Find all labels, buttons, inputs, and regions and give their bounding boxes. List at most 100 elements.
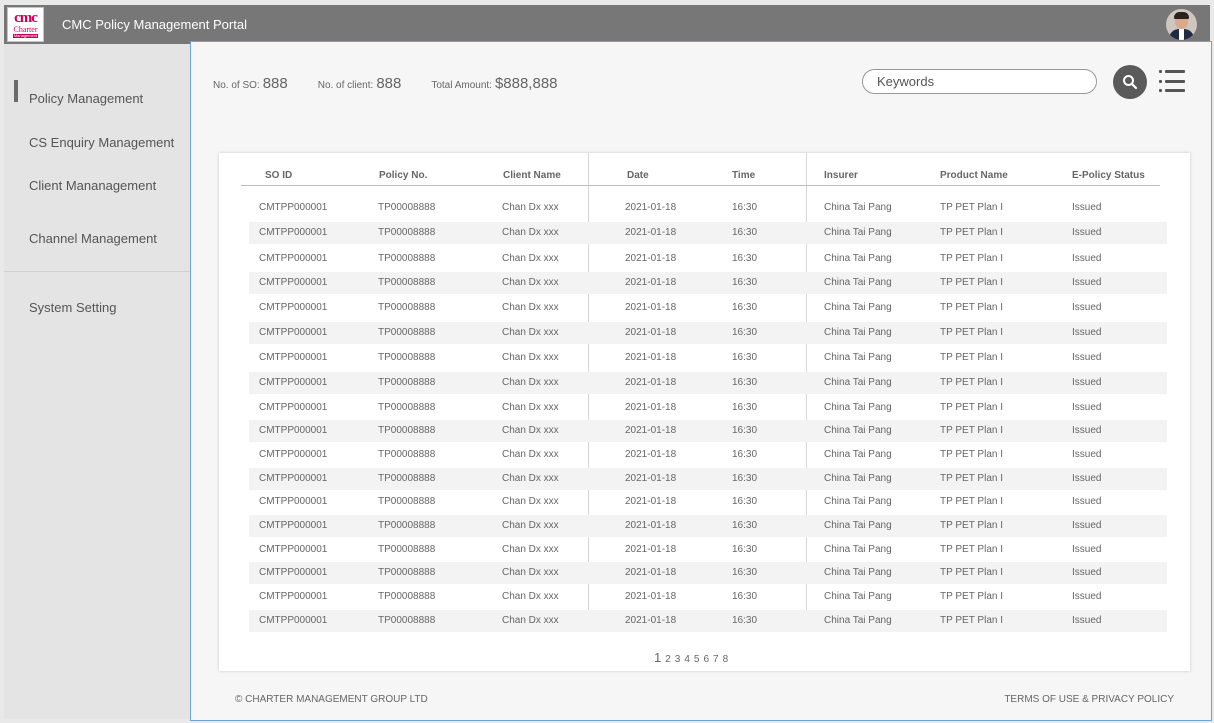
table-row[interactable]: CMTPP000001 TP00008888 Chan Dx xxx 2021-01-… — [249, 347, 1167, 369]
sidebar-item-cs-enquiry-management[interactable]: CS Enquiry Management — [29, 135, 174, 150]
table-row[interactable]: CMTPP000001 TP00008888 Chan Dx xxx 2021-01-… — [249, 468, 1167, 490]
page-link[interactable]: 6 — [703, 654, 709, 665]
table-cell: TP PET Plan I — [940, 377, 1003, 388]
sidebar-item-system-setting[interactable]: System Setting — [29, 300, 116, 315]
table-cell: China Tai Pang — [824, 302, 892, 313]
table-cell: China Tai Pang — [824, 377, 892, 388]
column-header[interactable]: Insurer — [824, 170, 858, 181]
table-row[interactable]: CMTPP000001 TP00008888 Chan Dx xxx 2021-01-… — [249, 297, 1167, 319]
table-row[interactable]: CMTPP000001 TP00008888 Chan Dx xxx 2021-01-… — [249, 515, 1167, 537]
table-cell: Issued — [1072, 253, 1102, 264]
table-cell: 16:30 — [732, 277, 758, 288]
column-header[interactable]: Time — [732, 170, 755, 181]
table-cell: 16:30 — [732, 202, 758, 213]
table-cell: China Tai Pang — [824, 352, 892, 363]
table-cell: China Tai Pang — [824, 425, 892, 436]
table-cell: Issued — [1072, 567, 1102, 578]
table-row[interactable]: CMTPP000001 TP00008888 Chan Dx xxx 2021-01-… — [249, 272, 1167, 294]
table-cell: 16:30 — [732, 449, 758, 460]
page-link[interactable]: 5 — [694, 654, 700, 665]
stat-value: $888,888 — [494, 75, 558, 92]
table-cell: Chan Dx xxx — [502, 327, 559, 338]
table-cell: China Tai Pang — [824, 277, 892, 288]
table-row[interactable]: CMTPP000001 TP00008888 Chan Dx xxx 2021-01-… — [249, 562, 1167, 584]
table-cell: Chan Dx xxx — [502, 449, 559, 460]
table-cell: Chan Dx xxx — [502, 615, 559, 626]
footer-terms-link[interactable]: TERMS OF USE & PRIVACY POLICY — [1004, 694, 1174, 705]
table-cell: China Tai Pang — [824, 473, 892, 484]
table-cell: CMTPP000001 — [259, 377, 328, 388]
table-row[interactable]: CMTPP000001 TP00008888 Chan Dx xxx 2021-01-… — [249, 491, 1167, 513]
table-cell: CMTPP000001 — [259, 302, 328, 313]
column-header[interactable]: Client Name — [503, 170, 561, 181]
table-cell: China Tai Pang — [824, 202, 892, 213]
table-cell: 2021-01-18 — [625, 277, 677, 288]
table-cell: 2021-01-18 — [625, 352, 677, 363]
table-cell: Chan Dx xxx — [502, 402, 559, 413]
table-cell: TP PET Plan I — [940, 520, 1003, 531]
table-cell: Issued — [1072, 520, 1102, 531]
table-cell: TP00008888 — [378, 591, 436, 602]
top-bar: cmc Charter Management CMC Policy Manage… — [4, 5, 1210, 44]
table-cell: 2021-01-18 — [625, 567, 677, 578]
table-cell: CMTPP000001 — [259, 327, 328, 338]
table-row[interactable]: CMTPP000001 TP00008888 Chan Dx xxx 2021-01-… — [249, 197, 1167, 219]
table-cell: 2021-01-18 — [625, 544, 677, 555]
column-header[interactable]: Policy No. — [379, 170, 427, 181]
table-cell: TP PET Plan I — [940, 591, 1003, 602]
stat-total-amount: Total Amount: $888,888 — [431, 75, 557, 92]
table-cell: 2021-01-18 — [625, 202, 677, 213]
table-row[interactable]: CMTPP000001 TP00008888 Chan Dx xxx 2021-01-… — [249, 222, 1167, 244]
page-link[interactable]: 2 — [665, 654, 671, 665]
sidebar-item-policy-management[interactable]: Policy Management — [29, 91, 143, 106]
column-header[interactable]: Product Name — [940, 170, 1008, 181]
list-menu-icon — [1159, 89, 1185, 92]
table-cell: TP00008888 — [378, 352, 436, 363]
table-cell: TP PET Plan I — [940, 449, 1003, 460]
table-cell: 16:30 — [732, 352, 758, 363]
table-row[interactable]: CMTPP000001 TP00008888 Chan Dx xxx 2021-01-… — [249, 372, 1167, 394]
table-row[interactable]: CMTPP000001 TP00008888 Chan Dx xxx 2021-01-… — [249, 586, 1167, 608]
column-header[interactable]: SO ID — [265, 170, 292, 181]
column-header[interactable]: Date — [627, 170, 649, 181]
table-cell: Issued — [1072, 425, 1102, 436]
table-cell: 16:30 — [732, 473, 758, 484]
page-link[interactable]: 8 — [723, 654, 729, 665]
table-row[interactable]: CMTPP000001 TP00008888 Chan Dx xxx 2021-01-… — [249, 610, 1167, 632]
table-row[interactable]: CMTPP000001 TP00008888 Chan Dx xxx 2021-01-… — [249, 322, 1167, 344]
page-link-current[interactable]: 1 — [654, 650, 661, 665]
table-cell: CMTPP000001 — [259, 449, 328, 460]
logo-tagline: Management — [12, 33, 39, 38]
table-row[interactable]: CMTPP000001 TP00008888 Chan Dx xxx 2021-01-… — [249, 248, 1167, 270]
table-cell: Issued — [1072, 327, 1102, 338]
table-cell: Chan Dx xxx — [502, 352, 559, 363]
table-cell: CMTPP000001 — [259, 402, 328, 413]
search-button[interactable] — [1113, 65, 1147, 99]
table-cell: CMTPP000001 — [259, 567, 328, 578]
sidebar-item-client-management[interactable]: Client Mananagement — [29, 178, 156, 193]
list-menu-icon — [1159, 79, 1185, 83]
table-row[interactable]: CMTPP000001 TP00008888 Chan Dx xxx 2021-01-… — [249, 420, 1167, 442]
table-cell: 16:30 — [732, 520, 758, 531]
search-icon — [1123, 75, 1138, 90]
table-row[interactable]: CMTPP000001 TP00008888 Chan Dx xxx 2021-01-… — [249, 444, 1167, 466]
table-cell: CMTPP000001 — [259, 277, 328, 288]
column-header[interactable]: E-Policy Status — [1072, 170, 1145, 181]
table-cell: 2021-01-18 — [625, 327, 677, 338]
search-input[interactable] — [862, 69, 1097, 94]
page-link[interactable]: 4 — [684, 654, 690, 665]
stat-client-count: No. of client: 888 — [318, 75, 402, 92]
table-cell: TP PET Plan I — [940, 277, 1003, 288]
cmc-logo[interactable]: cmc Charter Management — [7, 7, 44, 42]
list-menu-button[interactable] — [1159, 69, 1185, 93]
table-cell: Chan Dx xxx — [502, 473, 559, 484]
page-link[interactable]: 3 — [675, 654, 681, 665]
page-link[interactable]: 7 — [713, 654, 719, 665]
user-avatar[interactable] — [1166, 9, 1197, 40]
table-row[interactable]: CMTPP000001 TP00008888 Chan Dx xxx 2021-01-… — [249, 539, 1167, 561]
table-cell: China Tai Pang — [824, 496, 892, 507]
table-cell: China Tai Pang — [824, 520, 892, 531]
table-row[interactable]: CMTPP000001 TP00008888 Chan Dx xxx 2021-01-… — [249, 397, 1167, 419]
sidebar-item-channel-management[interactable]: Channel Management — [29, 231, 157, 246]
table-cell: TP00008888 — [378, 227, 436, 238]
